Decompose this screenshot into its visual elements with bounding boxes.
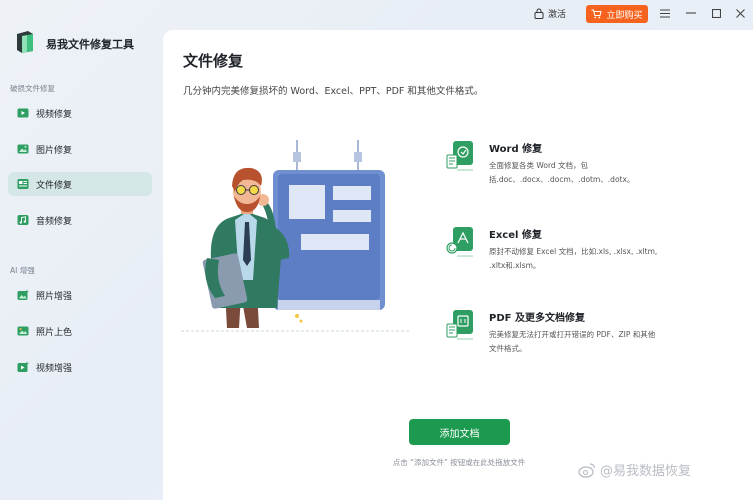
menu-button[interactable] [658,6,672,20]
video-icon [17,108,29,118]
pdf-doc-icon [446,310,473,340]
watermark: @易我数据恢复 [578,460,691,479]
page-subtitle: 几分钟内完美修复损坏的 Word、Excel、PPT、PDF 和其他文件格式。 [183,86,484,97]
audio-icon [17,215,29,225]
section-label-repair: 破损文件修复 [10,84,55,93]
photo-colorize-icon [17,326,29,336]
minimize-icon [686,12,696,14]
photo-enhance-icon [17,289,29,300]
sidebar-item-label: 照片增强 [36,291,73,302]
close-icon [735,8,745,18]
sidebar-item-audio-repair[interactable]: 音频修复 [8,208,152,232]
activate-button[interactable]: 激活 [534,7,566,20]
weibo-logo-icon [578,462,596,478]
document-icon [17,179,29,189]
watermark-text: @易我数据恢复 [600,464,692,479]
section-label-ai: AI 增强 [10,266,35,275]
sidebar-item-label: 图片修复 [36,145,73,156]
sidebar-item-image-repair[interactable]: 图片修复 [8,137,152,161]
cart-icon [591,9,603,19]
app-logo-icon [17,31,33,53]
sidebar-item-video-enhance[interactable]: 视频增强 [8,355,152,379]
feature-description: 完美修复无法打开或打开错误的 PDF、ZIP 和其他文件格式。 [489,330,656,353]
sidebar-item-file-repair[interactable]: 文件修复 [8,172,152,196]
buy-now-label: 立即购买 [606,10,643,21]
close-button[interactable] [733,6,747,20]
app-title: 易我文件修复工具 [46,38,134,51]
sidebar-item-video-repair[interactable]: 视频修复 [8,101,152,125]
sidebar-item-label: 音频修复 [36,216,73,227]
sidebar-item-label: 文件修复 [36,180,73,191]
excel-doc-icon [446,227,473,257]
feature-title: Word 修复 [489,144,543,155]
buy-now-button[interactable]: 立即购买 [586,5,648,23]
activate-label: 激活 [548,10,567,20]
illustration-man-with-laptop [181,140,411,332]
menu-icon [660,8,670,18]
feature-description: 原封不动修复 Excel 文档，比如.xls, .xlsx, .xltm, .x… [489,247,658,270]
maximize-icon [711,8,721,18]
sidebar-item-label: 视频增强 [36,363,73,374]
lock-icon [534,8,544,19]
page-title: 文件修复 [183,52,244,70]
feature-description: 全面修复各类 Word 文档，包括.doc、.docx、.docm、.dotm、… [489,161,635,184]
minimize-button[interactable] [684,6,698,20]
title-bar: 激活 立即购买 [0,0,753,30]
main-panel: 文件修复 几分钟内完美修复损坏的 Word、Excel、PPT、PDF 和其他文… [163,30,753,500]
word-doc-icon [446,141,473,171]
image-icon [17,144,29,154]
sidebar-item-label: 照片上色 [36,327,73,338]
feature-title: PDF 及更多文档修复 [489,313,585,324]
feature-title: Excel 修复 [489,230,542,241]
sidebar-item-label: 视频修复 [36,109,73,120]
sidebar-item-photo-enhance[interactable]: 照片增强 [8,283,152,307]
add-document-button[interactable]: 添加文档 [409,419,510,445]
video-enhance-icon [17,361,29,372]
maximize-button[interactable] [709,6,723,20]
sidebar-item-photo-colorize[interactable]: 照片上色 [8,319,152,343]
